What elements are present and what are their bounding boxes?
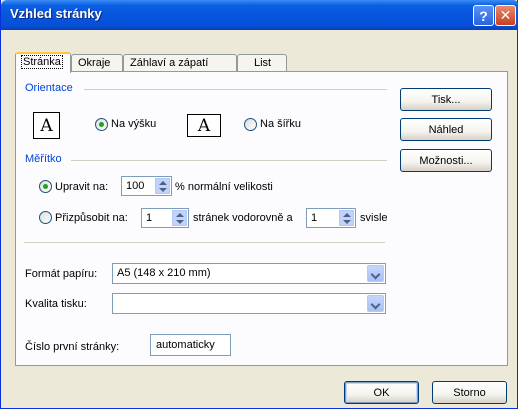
fit-tall-spinner[interactable]: 1 (306, 208, 356, 228)
orientation-divider (84, 89, 387, 90)
preview-button[interactable]: Náhled (400, 118, 492, 141)
chevron-down-icon[interactable] (367, 295, 384, 312)
scaling-divider (71, 160, 387, 161)
tab-sheet[interactable]: List (237, 54, 287, 72)
paper-size-select[interactable]: A5 (148 x 210 mm) (112, 263, 386, 284)
landscape-radio[interactable] (244, 118, 257, 131)
portrait-radio[interactable] (95, 118, 108, 131)
paper-size-label: Formát papíru: (25, 268, 98, 280)
fit-radio[interactable] (39, 211, 52, 224)
print-quality-label: Kvalita tisku: (25, 298, 87, 310)
adjust-suffix-label: % normální velikosti (175, 181, 273, 193)
first-page-number-label: Číslo první stránky: (25, 341, 120, 353)
scaling-group-label: Měřítko (25, 153, 62, 165)
tab-page[interactable]: Stránka (15, 52, 71, 73)
fit-tall-value: 1 (311, 212, 318, 224)
help-icon[interactable]: ? (473, 5, 494, 26)
fit-wide-spinner[interactable]: 1 (141, 208, 189, 228)
page-tab-panel: Orientace A Na výšku A Na šířku Měřítko … (15, 71, 508, 366)
tab-header-footer[interactable]: Záhlaví a zápatí (123, 54, 237, 72)
adjust-percent-spinner[interactable]: 100 (121, 176, 172, 196)
portrait-icon: A (33, 112, 60, 139)
scaling-bottom-divider (24, 242, 385, 243)
tab-margins[interactable]: Okraje (71, 54, 123, 72)
fit-wide-suffix-label: stránek vodorovně a (193, 212, 293, 224)
fit-tall-suffix-label: svisle (360, 212, 388, 224)
first-page-number-input[interactable]: automaticky (150, 334, 231, 356)
orientation-group-label: Orientace (25, 82, 73, 94)
adjust-percent-value: 100 (126, 180, 145, 192)
paper-size-value: A5 (148 x 210 mm) (117, 267, 211, 279)
landscape-label[interactable]: Na šířku (260, 118, 301, 130)
close-icon[interactable]: ✕ (495, 5, 516, 26)
print-quality-select[interactable] (112, 293, 386, 314)
spinner-arrows-icon[interactable] (172, 210, 187, 226)
fit-wide-value: 1 (146, 212, 153, 224)
title-bar[interactable]: Vzhled stránky ? ✕ (1, 0, 518, 30)
print-button[interactable]: Tisk... (400, 88, 492, 111)
options-button[interactable]: Možnosti... (400, 149, 492, 172)
adjust-label[interactable]: Upravit na: (55, 181, 108, 193)
page-setup-dialog: Vzhled stránky ? ✕ Stránka Okraje Záhlav… (0, 0, 518, 409)
ok-button[interactable]: OK (344, 381, 419, 404)
spinner-arrows-icon[interactable] (339, 210, 354, 226)
window-title: Vzhled stránky (10, 6, 102, 21)
spinner-arrows-icon[interactable] (155, 178, 170, 194)
portrait-label[interactable]: Na výšku (111, 118, 156, 130)
landscape-icon: A (187, 114, 221, 137)
adjust-radio[interactable] (39, 180, 52, 193)
fit-label[interactable]: Přizpůsobit na: (55, 212, 128, 224)
cancel-button[interactable]: Storno (432, 381, 507, 404)
chevron-down-icon[interactable] (367, 265, 384, 282)
